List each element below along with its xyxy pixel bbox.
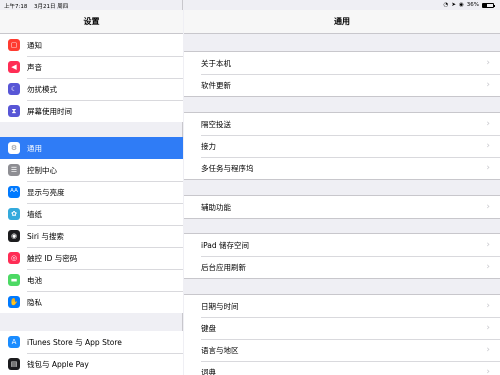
chevron-right-icon: › (486, 345, 490, 355)
chevron-right-icon: › (486, 323, 490, 333)
sidebar-item-label: 触控 ID 与密码 (27, 253, 78, 263)
settings-row-label: 词典 (201, 367, 216, 375)
wallpaper-icon: ✿ (8, 208, 20, 220)
control-center-icon: ☰ (8, 164, 20, 176)
settings-group-about: 关于本机 › 软件更新 › (184, 51, 500, 97)
settings-row-label: 语言与地区 (201, 345, 239, 355)
wallet-icon: ▤ (8, 358, 20, 370)
sidebar-item-battery[interactable]: ▬ 电池 (0, 269, 183, 291)
settings-row-airdrop[interactable]: 隔空投送 › (184, 113, 500, 135)
chevron-right-icon: › (486, 262, 490, 272)
settings-row-label: 后台应用刷新 (201, 262, 246, 272)
sidebar-item-privacy[interactable]: ✋ 隐私 (0, 291, 183, 313)
settings-row-label: iPad 储存空间 (201, 240, 250, 250)
settings-row-keyboard[interactable]: 键盘 › (184, 317, 500, 339)
settings-row-label: 隔空投送 (201, 119, 231, 129)
status-bar: 上午7:18 3月21日 周四 ◔ ➤ ◉ 36% (0, 0, 500, 10)
settings-row-dictionary[interactable]: 词典 › (184, 361, 500, 375)
sidebar-item-sound[interactable]: ◀ 声音 (0, 56, 183, 78)
sidebar-item-label: 隐私 (27, 297, 42, 307)
chevron-right-icon: › (486, 80, 490, 90)
sidebar-item-label: 墙纸 (27, 209, 42, 219)
settings-row-handoff[interactable]: 接力 › (184, 135, 500, 157)
wifi-icon: ◔ (443, 2, 449, 8)
sidebar-item-label: 勿扰模式 (27, 84, 57, 94)
sidebar-item-screen-time[interactable]: ⧗ 屏幕使用时间 (0, 100, 183, 122)
fingerprint-icon: ◎ (8, 252, 20, 264)
settings-sidebar: 设置 ▢ 通知 ◀ 声音 ☾ 勿扰模式 ⧗ 屏幕使用时间 ⚙ 通用 ☰ 控制中心… (0, 0, 183, 375)
sidebar-title: 设置 (0, 10, 183, 34)
settings-row-ipad-storage[interactable]: iPad 储存空间 › (184, 234, 500, 256)
settings-group-accessibility: 辅助功能 › (184, 195, 500, 219)
sidebar-item-wallet[interactable]: ▤ 钱包与 Apple Pay (0, 353, 183, 375)
settings-row-about[interactable]: 关于本机 › (184, 52, 500, 74)
chevron-right-icon: › (486, 119, 490, 129)
settings-row-label: 辅助功能 (201, 202, 231, 212)
battery-icon (482, 2, 495, 8)
lock-rotation-icon: ◉ (458, 2, 464, 8)
moon-icon: ☾ (8, 83, 20, 95)
sidebar-item-label: 电池 (27, 275, 42, 285)
chevron-right-icon: › (486, 141, 490, 151)
sound-icon: ◀ (8, 61, 20, 73)
chevron-right-icon: › (486, 58, 490, 68)
hourglass-icon: ⧗ (8, 105, 20, 117)
settings-group-continuity: 隔空投送 › 接力 › 多任务与程序坞 › (184, 112, 500, 180)
sidebar-item-label: 声音 (27, 62, 42, 72)
sidebar-item-label: iTunes Store 与 App Store (27, 337, 122, 347)
sidebar-item-label: 控制中心 (27, 165, 57, 175)
sidebar-item-touch-id[interactable]: ◎ 触控 ID 与密码 (0, 247, 183, 269)
settings-row-label: 接力 (201, 141, 216, 151)
sidebar-item-label: Siri 与搜索 (27, 231, 64, 241)
settings-row-background-refresh[interactable]: 后台应用刷新 › (184, 256, 500, 278)
sidebar-item-do-not-disturb[interactable]: ☾ 勿扰模式 (0, 78, 183, 100)
notification-icon: ▢ (8, 39, 20, 51)
hand-icon: ✋ (8, 296, 20, 308)
sidebar-group-1: ▢ 通知 ◀ 声音 ☾ 勿扰模式 ⧗ 屏幕使用时间 (0, 34, 183, 122)
status-time: 上午7:18 (4, 4, 28, 10)
settings-group-locale: 日期与时间 › 键盘 › 语言与地区 › 词典 › (184, 294, 500, 375)
settings-row-multitasking[interactable]: 多任务与程序坞 › (184, 157, 500, 179)
sidebar-item-siri[interactable]: ◉ Siri 与搜索 (0, 225, 183, 247)
display-icon: AA (8, 186, 20, 198)
sidebar-item-label: 显示与亮度 (27, 187, 65, 197)
settings-row-label: 软件更新 (201, 80, 231, 90)
settings-row-date-time[interactable]: 日期与时间 › (184, 295, 500, 317)
location-icon: ➤ (451, 2, 456, 8)
sidebar-item-label: 通知 (27, 40, 42, 50)
siri-icon: ◉ (8, 230, 20, 242)
chevron-right-icon: › (486, 367, 490, 375)
chevron-right-icon: › (486, 240, 490, 250)
chevron-right-icon: › (486, 301, 490, 311)
battery-icon: ▬ (8, 274, 20, 286)
chevron-right-icon: › (486, 202, 490, 212)
app-store-icon: A (8, 336, 20, 348)
sidebar-item-label: 屏幕使用时间 (27, 106, 72, 116)
page-title: 通用 (184, 10, 500, 34)
general-settings-pane: 通用 关于本机 › 软件更新 › 隔空投送 › 接力 › 多任务与程序坞 › 辅… (184, 0, 500, 375)
status-date: 3月21日 周四 (34, 4, 69, 10)
settings-row-label: 多任务与程序坞 (201, 163, 254, 173)
sidebar-item-control-center[interactable]: ☰ 控制中心 (0, 159, 183, 181)
sidebar-item-display[interactable]: AA 显示与亮度 (0, 181, 183, 203)
settings-group-storage: iPad 储存空间 › 后台应用刷新 › (184, 233, 500, 279)
gear-icon: ⚙ (8, 142, 20, 154)
sidebar-item-general[interactable]: ⚙ 通用 (0, 137, 183, 159)
sidebar-item-wallpaper[interactable]: ✿ 墙纸 (0, 203, 183, 225)
sidebar-item-notifications[interactable]: ▢ 通知 (0, 34, 183, 56)
battery-percent: 36% (466, 2, 479, 8)
settings-row-label: 键盘 (201, 323, 216, 333)
sidebar-item-label: 通用 (27, 143, 42, 153)
sidebar-item-app-store[interactable]: A iTunes Store 与 App Store (0, 331, 183, 353)
settings-row-software-update[interactable]: 软件更新 › (184, 74, 500, 96)
sidebar-group-3: A iTunes Store 与 App Store ▤ 钱包与 Apple P… (0, 331, 183, 375)
settings-row-accessibility[interactable]: 辅助功能 › (184, 196, 500, 218)
sidebar-group-2: ⚙ 通用 ☰ 控制中心 AA 显示与亮度 ✿ 墙纸 ◉ Siri 与搜索 ◎ 触… (0, 137, 183, 313)
settings-row-label: 日期与时间 (201, 301, 239, 311)
settings-row-label: 关于本机 (201, 58, 231, 68)
chevron-right-icon: › (486, 163, 490, 173)
status-right: ◔ ➤ ◉ 36% (443, 2, 495, 8)
settings-row-language-region[interactable]: 语言与地区 › (184, 339, 500, 361)
sidebar-item-label: 钱包与 Apple Pay (27, 359, 89, 369)
